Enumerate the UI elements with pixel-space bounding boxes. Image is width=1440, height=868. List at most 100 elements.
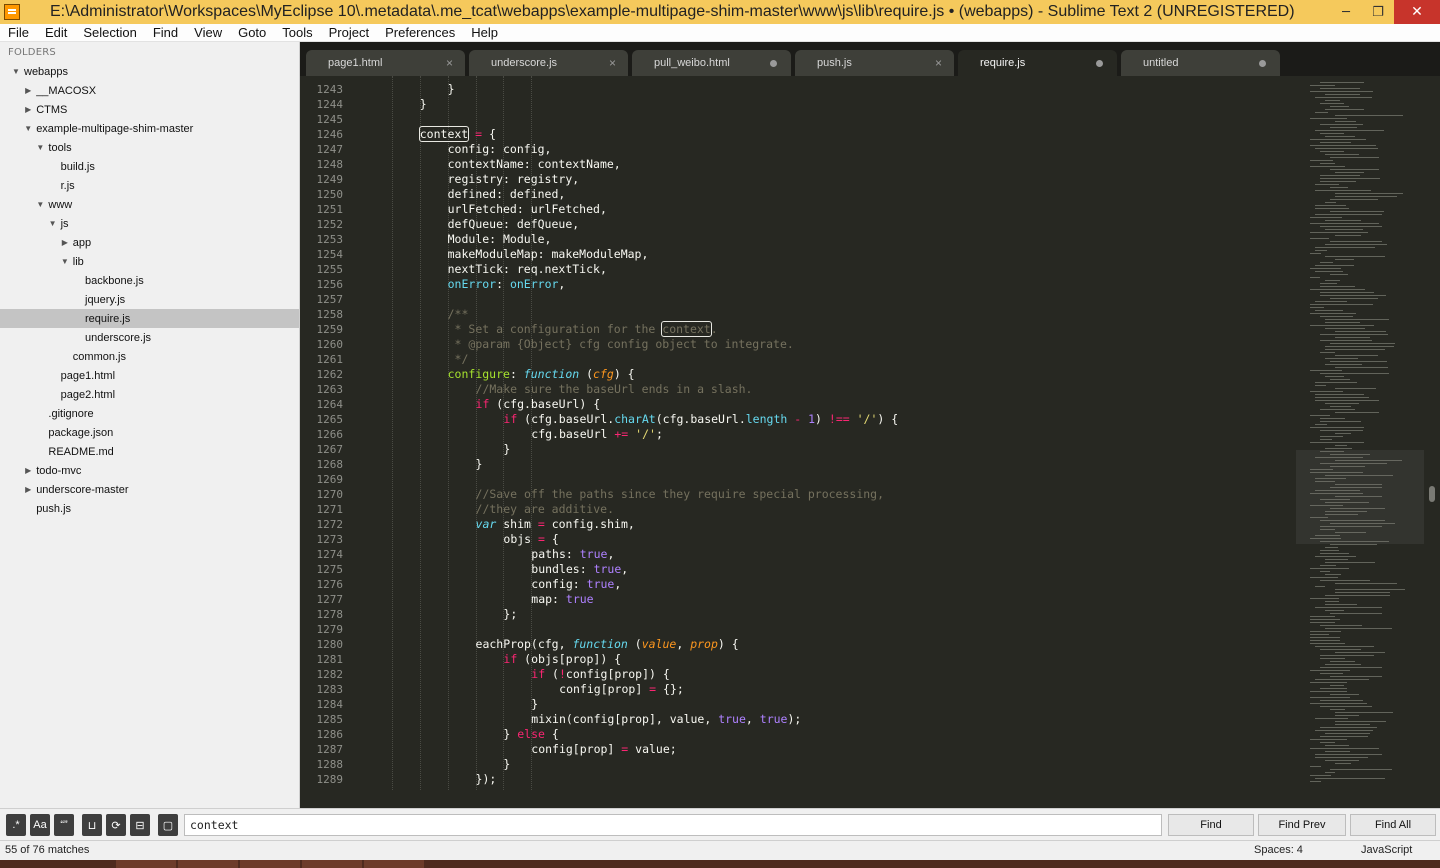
code-line[interactable]: if (cfg.baseUrl.charAt(cfg.baseUrl.lengt… [364, 412, 1284, 427]
code-line[interactable]: urlFetched: urlFetched, [364, 202, 1284, 217]
disclosure-open-icon[interactable]: ▼ [47, 219, 59, 228]
find-toggle-regex[interactable]: .* [6, 814, 26, 836]
find-button[interactable]: Find [1168, 814, 1254, 836]
folder-item[interactable]: ▼ www [0, 195, 299, 214]
find-all-button[interactable]: Find All [1350, 814, 1436, 836]
code-line[interactable]: } else { [364, 727, 1284, 742]
tab-close-icon[interactable]: × [609, 56, 616, 70]
code-line[interactable]: } [364, 457, 1284, 472]
menu-project[interactable]: Project [321, 25, 377, 40]
code-line[interactable]: //Save off the paths since they require … [364, 487, 1284, 502]
minimap[interactable] [1296, 76, 1424, 790]
find-toggle-reverse[interactable]: ⊔ [82, 814, 102, 836]
code-line[interactable]: Module: Module, [364, 232, 1284, 247]
code-line[interactable]: eachProp(cfg, function (value, prop) { [364, 637, 1284, 652]
taskbar-item[interactable] [178, 860, 238, 868]
folder-item[interactable]: ▶ underscore-master [0, 480, 299, 499]
menu-preferences[interactable]: Preferences [377, 25, 463, 40]
code-line[interactable]: } [364, 97, 1284, 112]
code-line[interactable]: paths: true, [364, 547, 1284, 562]
code-line[interactable]: cfg.baseUrl += '/'; [364, 427, 1284, 442]
code-line[interactable]: * @param {Object} cfg config object to i… [364, 337, 1284, 352]
tab-untitled[interactable]: untitled [1121, 50, 1280, 76]
code-line[interactable]: objs = { [364, 532, 1284, 547]
indentation-setting[interactable]: Spaces: 4 [1254, 844, 1303, 856]
tab-close-icon[interactable]: × [935, 56, 942, 70]
code-line[interactable]: config: config, [364, 142, 1284, 157]
find-toggle-case-sensitive[interactable]: Aa [30, 814, 50, 836]
folder-item[interactable]: ▼ webapps [0, 62, 299, 81]
editor-pane[interactable]: 1243 1244 1245 1246 1247 1248 1249 1250 1251 1252… [300, 76, 1440, 790]
code-line[interactable]: context = { [364, 126, 1284, 142]
find-toggle-in-selection[interactable]: ⊟ [130, 814, 150, 836]
file-item[interactable]: package.json [0, 423, 299, 442]
disclosure-closed-icon[interactable]: ▶ [22, 466, 34, 475]
code-line[interactable]: if (cfg.baseUrl) { [364, 397, 1284, 412]
minimize-button[interactable]: ─ [1330, 0, 1362, 24]
tab-push-js[interactable]: push.js × [795, 50, 954, 76]
disclosure-open-icon[interactable]: ▼ [10, 67, 22, 76]
menu-view[interactable]: View [186, 25, 230, 40]
code-line[interactable]: if (!config[prop]) { [364, 667, 1284, 682]
folder-item[interactable]: ▼ example-multipage-shim-master [0, 119, 299, 138]
unsaved-dot-icon[interactable] [1096, 60, 1103, 67]
code-line[interactable]: bundles: true, [364, 562, 1284, 577]
code-line[interactable]: */ [364, 352, 1284, 367]
file-item[interactable]: jquery.js [0, 290, 299, 309]
disclosure-open-icon[interactable]: ▼ [59, 257, 71, 266]
code-line[interactable]: registry: registry, [364, 172, 1284, 187]
disclosure-closed-icon[interactable]: ▶ [59, 238, 71, 247]
folder-item[interactable]: ▶ CTMS [0, 100, 299, 119]
menu-find[interactable]: Find [145, 25, 186, 40]
menu-help[interactable]: Help [463, 25, 506, 40]
minimap-viewport[interactable] [1296, 450, 1424, 544]
disclosure-closed-icon[interactable]: ▶ [22, 105, 34, 114]
code-area[interactable]: }} context = {config: config, contextName:… [364, 82, 1284, 787]
code-line[interactable] [364, 292, 1284, 307]
find-toggle-wrap[interactable]: ⟳ [106, 814, 126, 836]
file-item[interactable]: .gitignore [0, 404, 299, 423]
menu-edit[interactable]: Edit [37, 25, 75, 40]
code-line[interactable]: makeModuleMap: makeModuleMap, [364, 247, 1284, 262]
file-item[interactable]: require.js [0, 309, 299, 328]
code-line[interactable]: //Make sure the baseUrl ends in a slash. [364, 382, 1284, 397]
disclosure-open-icon[interactable]: ▼ [34, 200, 46, 209]
vertical-scrollbar[interactable] [1426, 76, 1440, 790]
tab-underscore-js[interactable]: underscore.js × [469, 50, 628, 76]
find-input[interactable] [184, 814, 1162, 836]
file-item[interactable]: push.js [0, 499, 299, 518]
unsaved-dot-icon[interactable] [1259, 60, 1266, 67]
tab-page1-html[interactable]: page1.html × [306, 50, 465, 76]
code-line[interactable]: //they are additive. [364, 502, 1284, 517]
file-item[interactable]: page1.html [0, 366, 299, 385]
taskbar-item[interactable] [302, 860, 362, 868]
code-line[interactable]: /** [364, 307, 1284, 322]
code-line[interactable]: config[prop] = value; [364, 742, 1284, 757]
code-line[interactable]: map: true [364, 592, 1284, 607]
taskbar-item[interactable] [240, 860, 300, 868]
file-item[interactable]: backbone.js [0, 271, 299, 290]
file-item[interactable]: build.js [0, 157, 299, 176]
unsaved-dot-icon[interactable] [770, 60, 777, 67]
file-item[interactable]: README.md [0, 442, 299, 461]
disclosure-closed-icon[interactable]: ▶ [22, 86, 34, 95]
taskbar-item[interactable] [116, 860, 176, 868]
sublime-app-icon[interactable] [4, 4, 20, 20]
folder-item[interactable]: ▼ js [0, 214, 299, 233]
restore-button[interactable]: ❐ [1362, 0, 1394, 24]
code-line[interactable]: }; [364, 607, 1284, 622]
code-line[interactable] [364, 112, 1284, 127]
code-line[interactable]: defQueue: defQueue, [364, 217, 1284, 232]
code-line[interactable]: nextTick: req.nextTick, [364, 262, 1284, 277]
disclosure-closed-icon[interactable]: ▶ [22, 485, 34, 494]
menu-goto[interactable]: Goto [230, 25, 274, 40]
tab-require-js[interactable]: require.js [958, 50, 1117, 76]
folder-item[interactable]: ▶ todo-mvc [0, 461, 299, 480]
code-line[interactable] [364, 622, 1284, 637]
folder-item[interactable]: ▼ tools [0, 138, 299, 157]
syntax-selector[interactable]: JavaScript [1361, 844, 1412, 856]
code-line[interactable]: } [364, 697, 1284, 712]
code-line[interactable]: } [364, 82, 1284, 97]
file-item[interactable]: r.js [0, 176, 299, 195]
code-line[interactable]: } [364, 757, 1284, 772]
